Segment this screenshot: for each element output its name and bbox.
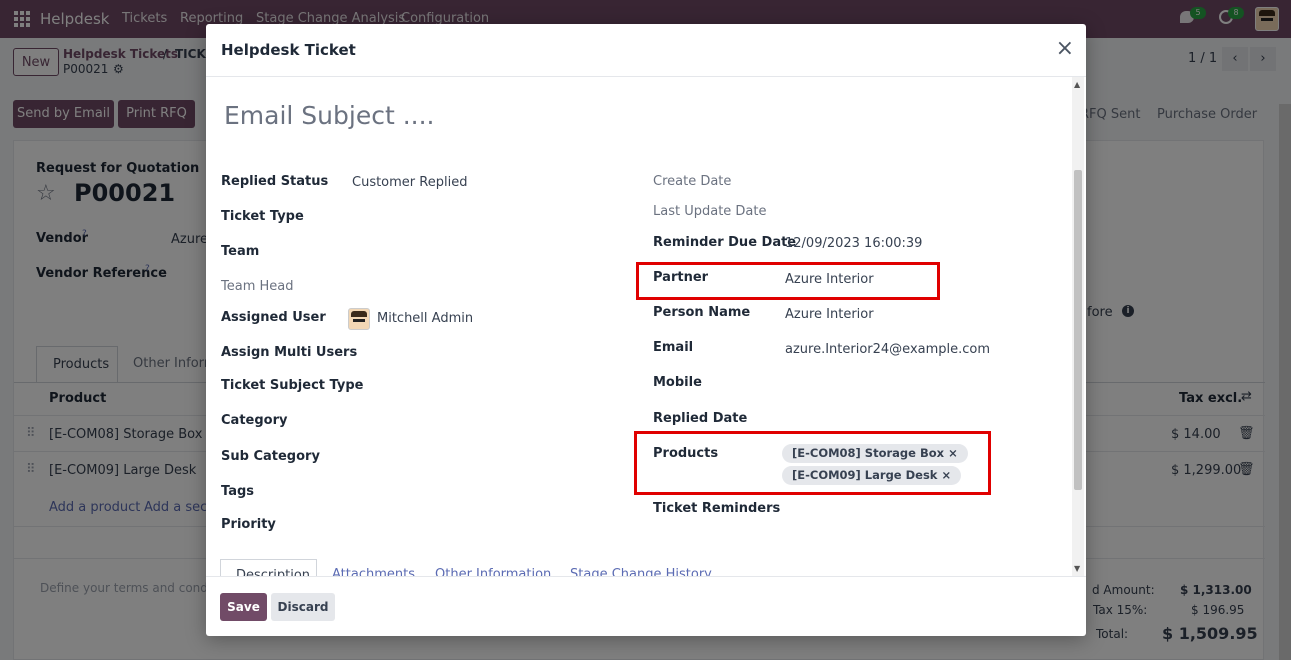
dialog-scrollbar[interactable]: ▲ ▼ xyxy=(1072,77,1084,576)
product-tag[interactable]: [E-COM08] Storage Box × xyxy=(782,444,968,463)
product-tag[interactable]: [E-COM09] Large Desk × xyxy=(782,466,962,485)
tab-stage-change-history[interactable]: Stage Change History xyxy=(570,567,712,576)
team-label: Team xyxy=(221,244,260,259)
dialog-body: Email Subject .... Replied Status Custom… xyxy=(206,77,1086,576)
discard-button[interactable]: Discard xyxy=(271,593,335,621)
replied-status-value[interactable]: Customer Replied xyxy=(352,175,467,190)
mobile-label: Mobile xyxy=(653,375,702,390)
person-name-label: Person Name xyxy=(653,305,751,320)
products-label: Products xyxy=(653,446,719,461)
close-icon[interactable]: × xyxy=(1056,38,1074,60)
scrollbar-thumb[interactable] xyxy=(1074,170,1082,490)
assigned-user-label: Assigned User xyxy=(221,310,326,325)
email-value[interactable]: azure.Interior24@example.com xyxy=(785,342,990,357)
helpdesk-ticket-dialog: Helpdesk Ticket × Email Subject .... Rep… xyxy=(206,24,1086,636)
ticket-reminders-label: Ticket Reminders xyxy=(653,501,781,516)
scroll-down-icon[interactable]: ▼ xyxy=(1074,564,1080,573)
email-subject-input[interactable]: Email Subject .... xyxy=(224,101,435,130)
category-label: Category xyxy=(221,413,288,428)
partner-label: Partner xyxy=(653,270,709,285)
assigned-user-avatar xyxy=(348,308,370,330)
product-tag-label: [E-COM09] Large Desk xyxy=(792,468,938,482)
ticket-type-label: Ticket Type xyxy=(221,209,304,224)
tags-label: Tags xyxy=(221,484,255,499)
ticket-subject-type-label: Ticket Subject Type xyxy=(221,378,364,393)
tab-attachments[interactable]: Attachments xyxy=(332,567,415,576)
last-update-date-label: Last Update Date xyxy=(653,204,767,219)
priority-label: Priority xyxy=(221,517,276,532)
product-tag-label: [E-COM08] Storage Box xyxy=(792,446,945,460)
assign-multi-users-label: Assign Multi Users xyxy=(221,345,358,360)
tag-remove-icon[interactable]: × xyxy=(941,468,951,482)
create-date-label: Create Date xyxy=(653,174,732,189)
email-label: Email xyxy=(653,340,694,355)
tab-other-information[interactable]: Other Information xyxy=(435,567,551,576)
partner-value[interactable]: Azure Interior xyxy=(785,272,874,287)
replied-status-label: Replied Status xyxy=(221,174,329,189)
tab-description-label: Description xyxy=(236,568,311,576)
scroll-up-icon[interactable]: ▲ xyxy=(1074,80,1080,89)
tag-remove-icon[interactable]: × xyxy=(948,446,958,460)
tab-description[interactable]: Description xyxy=(220,559,317,576)
reminder-due-date-value[interactable]: 12/09/2023 16:00:39 xyxy=(785,236,922,251)
products-highlight-box xyxy=(634,431,991,495)
replied-date-label: Replied Date xyxy=(653,411,748,426)
sub-category-label: Sub Category xyxy=(221,449,320,464)
reminder-due-date-label: Reminder Due Date xyxy=(653,235,797,250)
save-button[interactable]: Save xyxy=(220,593,267,621)
dialog-header: Helpdesk Ticket × xyxy=(206,24,1086,77)
dialog-title: Helpdesk Ticket xyxy=(221,41,356,59)
assigned-user-value[interactable]: Mitchell Admin xyxy=(377,311,473,326)
team-head-label: Team Head xyxy=(221,279,294,294)
dialog-footer: Save Discard xyxy=(206,576,1086,636)
person-name-value[interactable]: Azure Interior xyxy=(785,307,874,322)
